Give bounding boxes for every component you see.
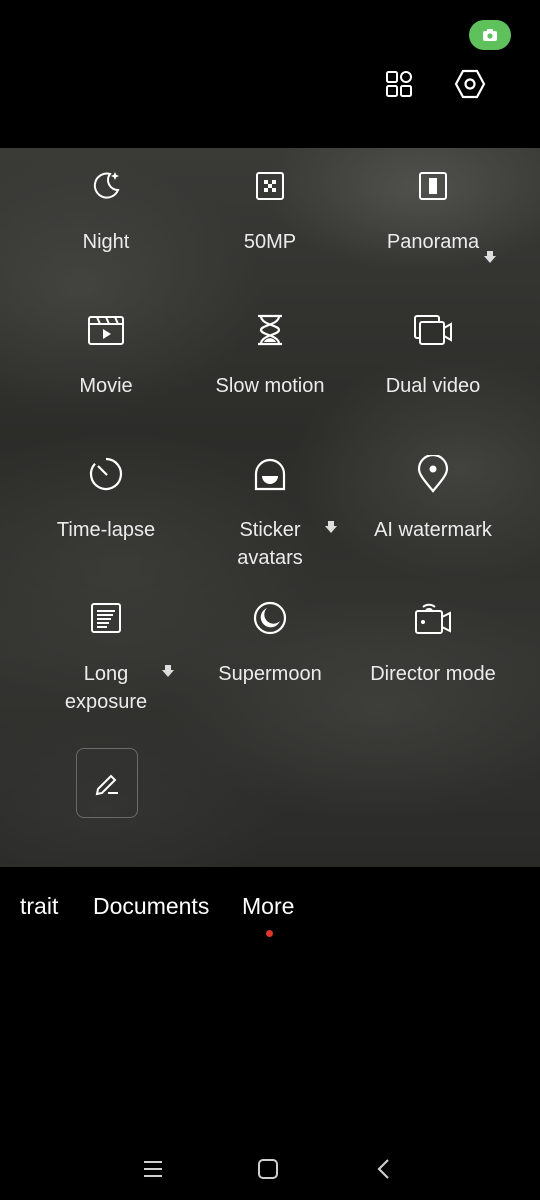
pencil-icon [95, 774, 118, 796]
tab-more[interactable]: More [242, 893, 294, 920]
mode-panorama[interactable]: Panorama [343, 166, 523, 263]
timer-icon [86, 454, 126, 494]
mode-time-lapse[interactable]: Time-lapse [16, 454, 196, 544]
film-clapper-icon [86, 310, 126, 350]
grid-button[interactable] [381, 66, 417, 102]
panorama-icon [413, 166, 453, 206]
camera-in-use-indicator [469, 20, 511, 50]
mode-label: Panorama [386, 231, 480, 253]
sensor-icon [250, 166, 290, 206]
active-tab-indicator [266, 930, 273, 937]
tab-documents[interactable]: Documents [93, 893, 209, 920]
mode-label: Night [82, 231, 130, 253]
recents-button[interactable] [138, 1154, 168, 1184]
settings-button[interactable] [452, 66, 488, 102]
mode-label: Sticker avatars [237, 519, 303, 569]
mode-label: Movie [79, 375, 133, 397]
mode-slow-motion[interactable]: Slow motion [180, 310, 360, 400]
more-modes-panel: Night 50MP Panorama Movie Slow motion Du… [0, 148, 540, 867]
mode-50mp[interactable]: 50MP [180, 166, 360, 256]
back-chevron-icon [377, 1159, 389, 1179]
mode-label: Slow motion [215, 375, 325, 397]
mode-supermoon[interactable]: Supermoon [180, 598, 360, 688]
mode-label: Long exposure [64, 663, 148, 713]
dual-video-icon [413, 310, 453, 350]
grid-icon [386, 71, 412, 97]
download-icon [484, 251, 496, 263]
mode-label: Supermoon [218, 663, 322, 685]
mode-dual-video[interactable]: Dual video [343, 310, 523, 400]
mode-movie[interactable]: Movie [16, 310, 196, 400]
system-nav-bar [0, 1140, 540, 1200]
tab-portrait[interactable]: trait [20, 893, 58, 920]
top-bar [0, 0, 540, 148]
home-button[interactable] [253, 1154, 283, 1184]
mode-label: 50MP [243, 231, 297, 253]
edit-modes-button[interactable] [76, 748, 138, 818]
mode-label: AI watermark [374, 519, 492, 541]
mode-label: Director mode [370, 663, 496, 685]
sticker-face-icon [250, 454, 290, 494]
mode-label: Dual video [385, 375, 481, 397]
mode-night[interactable]: Night [16, 166, 196, 256]
mode-ai-watermark[interactable]: AI watermark [343, 454, 523, 544]
mode-director-mode[interactable]: Director mode [343, 598, 523, 688]
supermoon-icon [250, 598, 290, 638]
director-camera-icon [413, 598, 453, 638]
hexagon-settings-icon [454, 69, 486, 99]
mode-sticker-avatars[interactable]: Sticker avatars [180, 454, 360, 572]
location-pin-icon [413, 454, 453, 494]
menu-icon [144, 1161, 162, 1177]
download-icon [162, 665, 174, 677]
back-button[interactable] [369, 1154, 399, 1184]
home-square-icon [258, 1159, 278, 1179]
long-exposure-icon [86, 598, 126, 638]
camera-icon [483, 29, 497, 41]
moon-stars-icon [86, 166, 126, 206]
mode-long-exposure[interactable]: Long exposure [16, 598, 196, 716]
hourglass-icon [250, 310, 290, 350]
download-icon [325, 521, 337, 533]
mode-label: Time-lapse [56, 519, 156, 541]
